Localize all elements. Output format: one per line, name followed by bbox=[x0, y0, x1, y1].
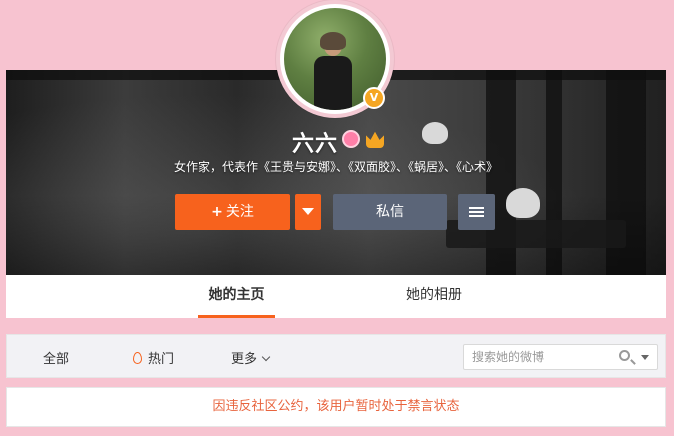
avatar-person-hair bbox=[320, 32, 346, 50]
tab-home-label: 她的主页 bbox=[208, 287, 265, 303]
message-button[interactable]: 私信 bbox=[333, 194, 447, 230]
search-input[interactable] bbox=[472, 348, 612, 366]
follow-button-label: 关注 bbox=[225, 204, 254, 220]
search-icon[interactable] bbox=[619, 350, 630, 361]
profile-bio: 女作家，代表作《王贵与安娜》、《双面胶》、《蜗居》、《心术》 bbox=[173, 160, 498, 174]
avatar-person-body bbox=[314, 56, 352, 110]
tab-album-label: 她的相册 bbox=[406, 287, 462, 303]
account-muted-notice: 因违反社区公约，该用户暂时处于禁言状态 bbox=[6, 387, 666, 427]
feed-filter-bar: 全部 热门 更多 bbox=[6, 334, 666, 378]
verified-icon: V bbox=[363, 87, 385, 109]
filter-all[interactable]: 全部 bbox=[43, 348, 69, 367]
filter-hot-label: 热门 bbox=[148, 352, 175, 367]
follow-button[interactable]: + 关注 bbox=[175, 194, 290, 230]
more-menu-button[interactable] bbox=[458, 194, 495, 230]
cover-teapot bbox=[506, 188, 540, 218]
plus-icon: + bbox=[211, 204, 223, 220]
active-tab-indicator bbox=[198, 315, 275, 318]
tab-album[interactable]: 她的相册 bbox=[394, 275, 474, 318]
search-scope-dropdown-icon[interactable] bbox=[641, 355, 649, 360]
menu-icon bbox=[469, 211, 484, 213]
member-badge-icon[interactable] bbox=[342, 130, 360, 148]
profile-tab-bar: 她的主页 她的相册 bbox=[6, 275, 666, 318]
filter-more-label: 更多 bbox=[231, 352, 258, 367]
tab-home[interactable]: 她的主页 bbox=[198, 275, 275, 318]
caret-down-icon bbox=[302, 208, 314, 215]
profile-name: 六六 bbox=[291, 132, 338, 157]
flame-icon bbox=[133, 352, 142, 364]
menu-icon bbox=[469, 207, 484, 209]
filter-hot[interactable]: 热门 bbox=[133, 348, 174, 367]
chevron-down-icon bbox=[261, 352, 271, 362]
search-box[interactable] bbox=[463, 344, 658, 370]
menu-icon bbox=[469, 215, 484, 217]
cover-teapot bbox=[422, 122, 448, 144]
follow-options-button[interactable] bbox=[295, 194, 321, 230]
filter-more[interactable]: 更多 bbox=[231, 348, 271, 367]
